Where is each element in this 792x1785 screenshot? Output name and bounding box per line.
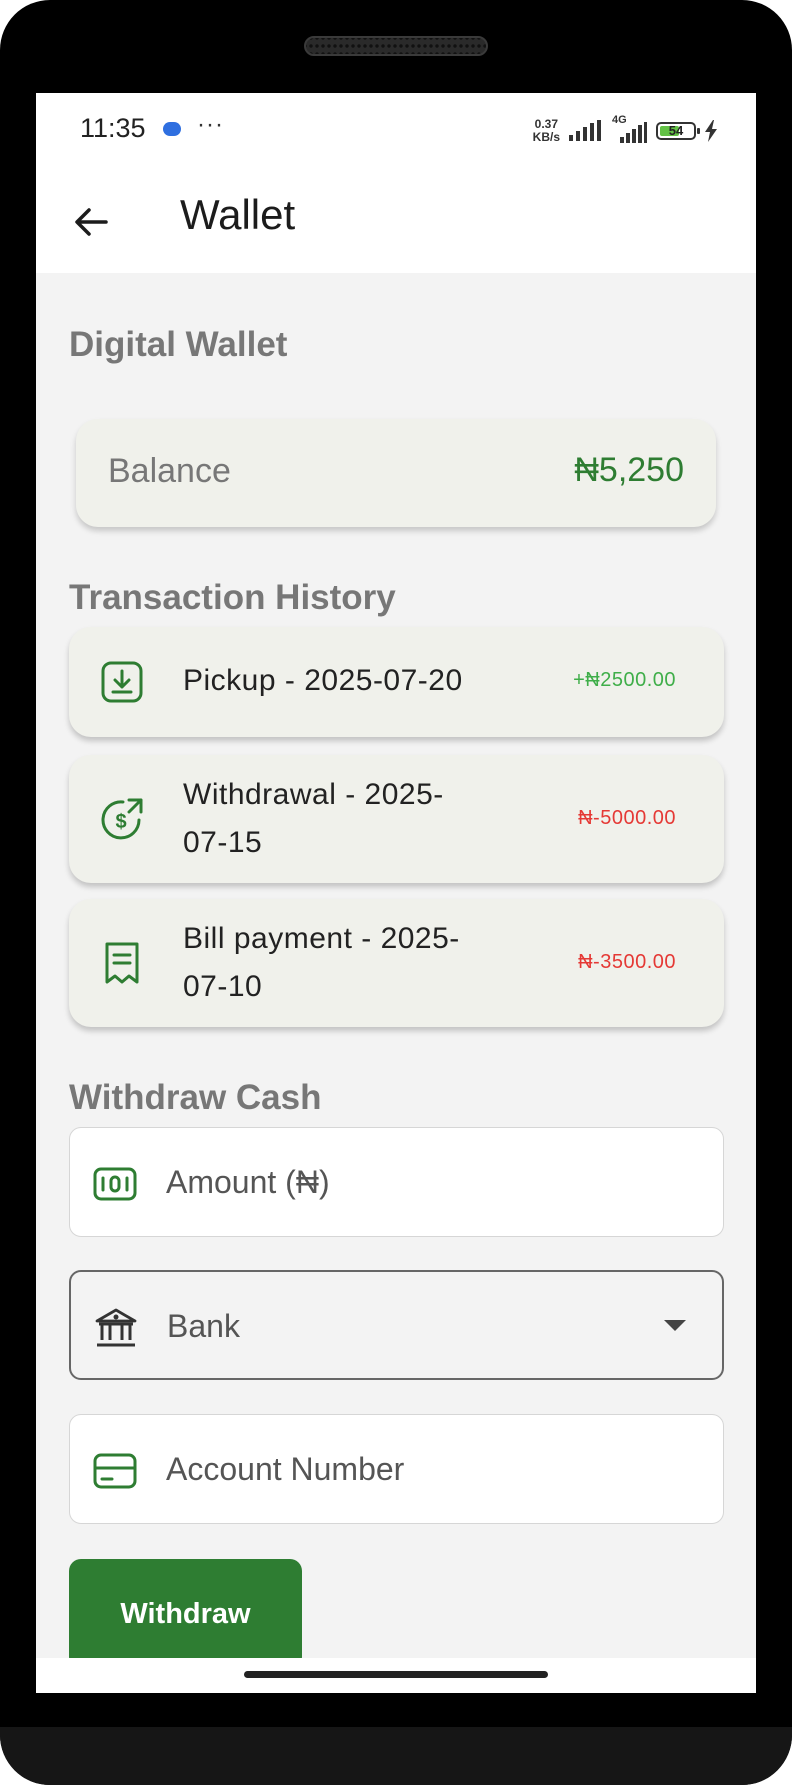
svg-text:$: $ — [115, 811, 126, 833]
status-indicators: 0.37 KB/s 4G 54 — [532, 114, 718, 147]
dropdown-arrow-icon[interactable] — [664, 1320, 686, 1331]
transaction-title: Withdrawal - 2025-07-15 — [183, 778, 444, 859]
transaction-item[interactable]: Bill payment - 2025-07-10 ₦-3500.00 — [69, 899, 724, 1027]
withdraw-cash-heading: Withdraw Cash — [69, 1078, 322, 1117]
cellular-4g-icon: 4G — [612, 114, 648, 144]
bank-select[interactable]: Bank — [69, 1270, 724, 1380]
transaction-item[interactable]: $ Withdrawal - 2025-07-15 ₦-5000.00 — [69, 755, 724, 883]
account-number-input[interactable] — [166, 1451, 636, 1488]
transaction-amount: ₦-5000.00 — [578, 807, 676, 829]
card-icon — [93, 1453, 137, 1489]
back-arrow-icon[interactable] — [72, 203, 110, 241]
speaker-grille — [304, 36, 488, 56]
receipt-icon — [105, 942, 139, 984]
gesture-nav-bar — [36, 1658, 756, 1693]
account-number-field[interactable] — [69, 1414, 724, 1524]
phone-chin — [0, 1727, 792, 1785]
transaction-item[interactable]: Pickup - 2025-07-20 +₦2500.00 — [69, 627, 724, 737]
app-bar: Wallet — [36, 173, 756, 273]
withdraw-button[interactable]: Withdraw — [69, 1559, 302, 1669]
page-title: Wallet — [180, 191, 296, 238]
bank-icon — [95, 1308, 137, 1347]
status-bar: 11:35 ··· 0.37 KB/s 4G 54 — [36, 93, 756, 173]
screen: 11:35 ··· 0.37 KB/s 4G 54 Wallet Digital… — [36, 93, 756, 1693]
charging-bolt-icon — [705, 120, 717, 142]
bank-select-label: Bank — [167, 1308, 240, 1344]
amount-field[interactable] — [69, 1127, 724, 1237]
status-time: 11:35 — [80, 113, 146, 143]
transaction-amount: +₦2500.00 — [573, 669, 676, 691]
phone-frame: 11:35 ··· 0.37 KB/s 4G 54 Wallet Digital… — [0, 0, 792, 1785]
transaction-title: Pickup - 2025-07-20 — [183, 664, 463, 697]
download-icon — [101, 661, 143, 703]
signal-icon — [569, 120, 601, 141]
transaction-history-heading: Transaction History — [69, 578, 396, 617]
dollar-send-icon: $ — [101, 798, 143, 840]
balance-label: Balance — [108, 452, 231, 490]
balance-card: Balance ₦5,250 — [76, 419, 716, 527]
cash-icon — [93, 1167, 137, 1201]
transaction-amount: ₦-3500.00 — [578, 951, 676, 973]
wallet-heading: Digital Wallet — [69, 325, 288, 364]
balance-value: ₦5,250 — [574, 451, 684, 489]
message-notification-icon — [163, 122, 181, 136]
transaction-title: Bill payment - 2025-07-10 — [183, 922, 460, 1003]
amount-input[interactable] — [166, 1164, 636, 1201]
more-notifications-indicator: ··· — [197, 111, 224, 138]
net-speed: 0.37 KB/s — [532, 117, 560, 144]
battery-icon: 54 — [656, 122, 700, 140]
home-indicator[interactable] — [244, 1671, 548, 1678]
